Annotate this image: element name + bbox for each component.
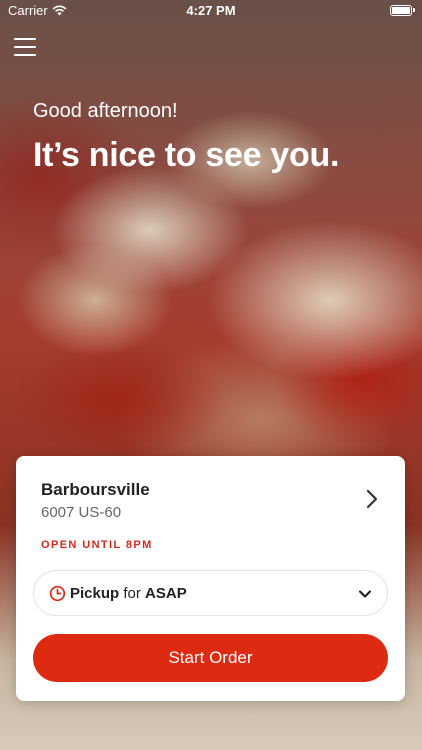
chevron-down-icon (358, 590, 372, 598)
chevron-right-icon[interactable] (361, 488, 383, 510)
hamburger-menu-icon[interactable] (14, 38, 36, 56)
status-time: 4:27 PM (186, 3, 236, 18)
order-time-label: Pickup for ASAP (70, 585, 187, 602)
store-card: Barboursville 6007 US-60 OPEN UNTIL 8PM … (16, 456, 405, 701)
store-address: 6007 US-60 (41, 504, 122, 521)
greeting-text: Good afternoon! (33, 100, 178, 122)
battery-icon (390, 5, 415, 16)
store-hours-status: OPEN UNTIL 8PM (41, 539, 153, 551)
status-bar: Carrier 4:27 PM (0, 0, 422, 22)
order-time-selector[interactable]: Pickup for ASAP (33, 570, 388, 616)
store-name[interactable]: Barboursville (41, 480, 150, 500)
start-order-button[interactable]: Start Order (33, 634, 388, 682)
order-connector: for (123, 584, 141, 602)
clock-icon (49, 585, 66, 601)
order-mode: Pickup (70, 584, 120, 602)
order-time: ASAP (145, 584, 187, 602)
headline-text: It’s nice to see you. (33, 136, 340, 174)
